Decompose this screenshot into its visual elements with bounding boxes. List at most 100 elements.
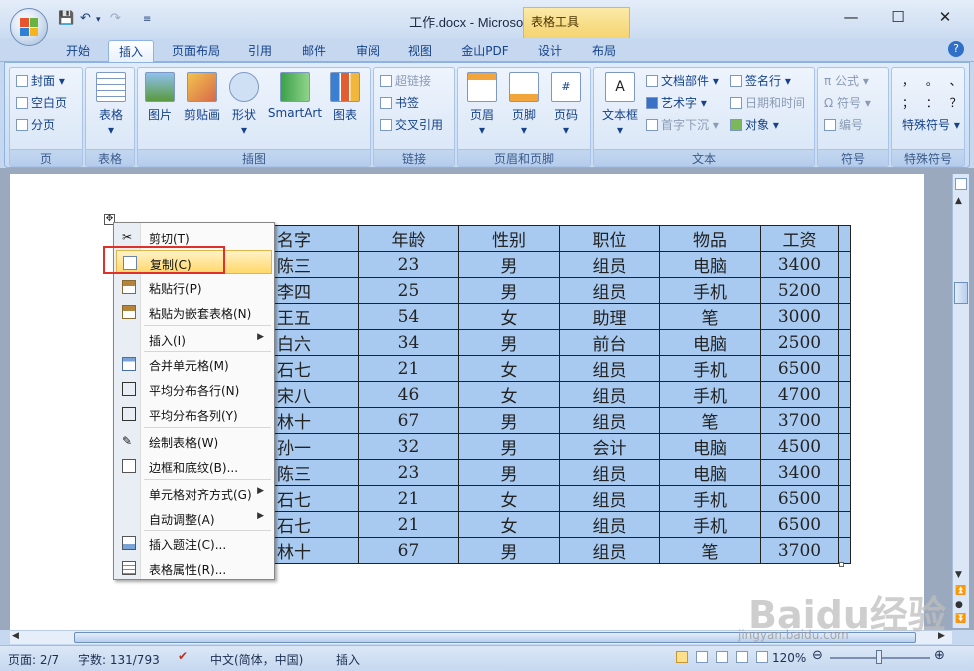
tab-layout[interactable]: 布局 [582,40,626,62]
header-cell-gender[interactable]: 性别 [458,225,560,252]
cell-age[interactable]: 32 [358,433,459,460]
cell-name[interactable]: 白六 [273,329,359,356]
previous-page-icon[interactable]: ⏫ [955,586,966,596]
cell-item[interactable]: 笔 [659,537,761,564]
cell-salary[interactable]: 6500 [760,511,839,538]
cell-item[interactable]: 手机 [659,485,761,512]
cell-position[interactable]: 组员 [559,251,660,278]
help-icon[interactable]: ? [948,41,964,57]
tab-home[interactable]: 开始 [56,40,100,62]
menu-item-merge-cells[interactable]: 合并单元格(M) [116,352,272,376]
cell-position[interactable]: 组员 [559,381,660,408]
cell-age[interactable]: 34 [358,329,459,356]
cell-age[interactable]: 21 [358,355,459,382]
cover-page-button[interactable]: 封面 ▾ [16,72,65,89]
web-layout-icon[interactable] [716,651,728,663]
menu-item-borders-shading[interactable]: 边框和底纹(B)... [116,454,272,478]
menu-item-distribute-rows[interactable]: 平均分布各行(N) [116,377,272,401]
cell-item[interactable]: 手机 [659,277,761,304]
cell-name[interactable]: 宋八 [273,381,359,408]
special-symbols-button[interactable]: 特殊符号 ▾ [902,116,960,133]
footer-button[interactable]: 页脚 ▾ [506,72,542,137]
cell-item[interactable]: 电脑 [659,251,761,278]
blank-page-button[interactable]: 空白页 [16,94,67,111]
header-cell-age[interactable]: 年龄 [358,225,459,252]
cell-position[interactable]: 组员 [559,277,660,304]
cell-salary[interactable]: 4500 [760,433,839,460]
cell-item[interactable]: 笔 [659,407,761,434]
cell-item[interactable]: 电脑 [659,459,761,486]
cell-position[interactable]: 前台 [559,329,660,356]
cell-gender[interactable]: 男 [458,277,560,304]
menu-item-distribute-columns[interactable]: 平均分布各列(Y) [116,402,272,426]
header-cell-salary[interactable]: 工资 [760,225,839,252]
wordart-button[interactable]: 艺术字 ▾ [646,94,707,111]
cell-salary[interactable]: 3400 [760,251,839,278]
minimize-button[interactable]: — [836,8,866,30]
scroll-left-icon[interactable]: ◀ [12,631,19,641]
cell-age[interactable]: 21 [358,511,459,538]
menu-item-draw-table[interactable]: ✎ 绘制表格(W) [116,429,272,453]
language-status[interactable]: 中文(简体，中国) [210,651,303,668]
cell-position[interactable]: 组员 [559,485,660,512]
tab-references[interactable]: 引用 [238,40,282,62]
cell-name[interactable]: 石七 [273,511,359,538]
next-page-icon[interactable]: ⏬ [955,614,966,624]
cell-item[interactable]: 手机 [659,381,761,408]
zoom-slider-thumb[interactable] [876,650,882,664]
cell-age[interactable]: 25 [358,277,459,304]
tab-review[interactable]: 审阅 [346,40,390,62]
cell-gender[interactable]: 女 [458,511,560,538]
clipart-button[interactable]: 剪贴画 [182,72,222,123]
cell-item[interactable]: 手机 [659,511,761,538]
cell-salary[interactable]: 3700 [760,407,839,434]
cell-salary[interactable]: 3400 [760,459,839,486]
print-layout-view-icon[interactable] [676,651,688,663]
cell-name[interactable]: 王五 [273,303,359,330]
cell-age[interactable]: 46 [358,381,459,408]
draft-view-icon[interactable] [756,651,768,663]
cell-gender[interactable]: 男 [458,459,560,486]
signature-line-button[interactable]: 签名行 ▾ [730,72,791,89]
cell-gender[interactable]: 男 [458,433,560,460]
menu-item-paste-nested-table[interactable]: 粘贴为嵌套表格(N) [116,300,272,324]
cell-age[interactable]: 23 [358,459,459,486]
menu-item-insert[interactable]: 插入(I) ▶ [116,327,272,351]
cell-salary[interactable]: 3700 [760,537,839,564]
cell-age[interactable]: 67 [358,407,459,434]
cell-gender[interactable]: 男 [458,251,560,278]
hyperlink-button[interactable]: 超链接 [380,72,431,89]
close-button[interactable]: ✕ [930,8,960,30]
vertical-scrollbar[interactable]: ▲ ▼ ⏫ ● ⏬ [952,174,969,628]
cell-name[interactable]: 石七 [273,485,359,512]
cell-salary[interactable]: 3000 [760,303,839,330]
scrollbar-thumb[interactable] [954,282,968,304]
zoom-out-icon[interactable]: ⊖ [812,648,823,663]
table-button[interactable]: 表格 ▾ [94,72,128,137]
cross-reference-button[interactable]: 交叉引用 [380,116,443,133]
full-screen-reading-icon[interactable] [696,651,708,663]
cell-position[interactable]: 助理 [559,303,660,330]
drop-cap-button[interactable]: 首字下沉 ▾ [646,116,719,133]
page-number-button[interactable]: # 页码 ▾ [548,72,584,137]
tab-kingsoft-pdf[interactable]: 金山PDF [452,40,518,62]
word-count-status[interactable]: 字数: 131/793 [78,651,160,668]
maximize-button[interactable]: ☐ [883,8,913,30]
textbox-button[interactable]: A 文本框 ▾ [600,72,640,137]
cell-age[interactable]: 67 [358,537,459,564]
cell-name[interactable]: 李四 [273,277,359,304]
cell-item[interactable]: 电脑 [659,433,761,460]
tab-mailings[interactable]: 邮件 [292,40,336,62]
equation-button[interactable]: π 公式 ▾ [824,72,869,89]
bookmark-button[interactable]: 书签 [380,94,419,111]
page-break-button[interactable]: 分页 [16,116,55,133]
cell-salary[interactable]: 6500 [760,485,839,512]
cell-gender[interactable]: 男 [458,537,560,564]
cell-name[interactable]: 孙一 [273,433,359,460]
cell-age[interactable]: 21 [358,485,459,512]
cell-name[interactable]: 陈三 [273,459,359,486]
cell-gender[interactable]: 男 [458,407,560,434]
tab-page-layout[interactable]: 页面布局 [162,40,230,62]
cell-position[interactable]: 组员 [559,537,660,564]
menu-item-table-properties[interactable]: 表格属性(R)... [116,556,272,580]
